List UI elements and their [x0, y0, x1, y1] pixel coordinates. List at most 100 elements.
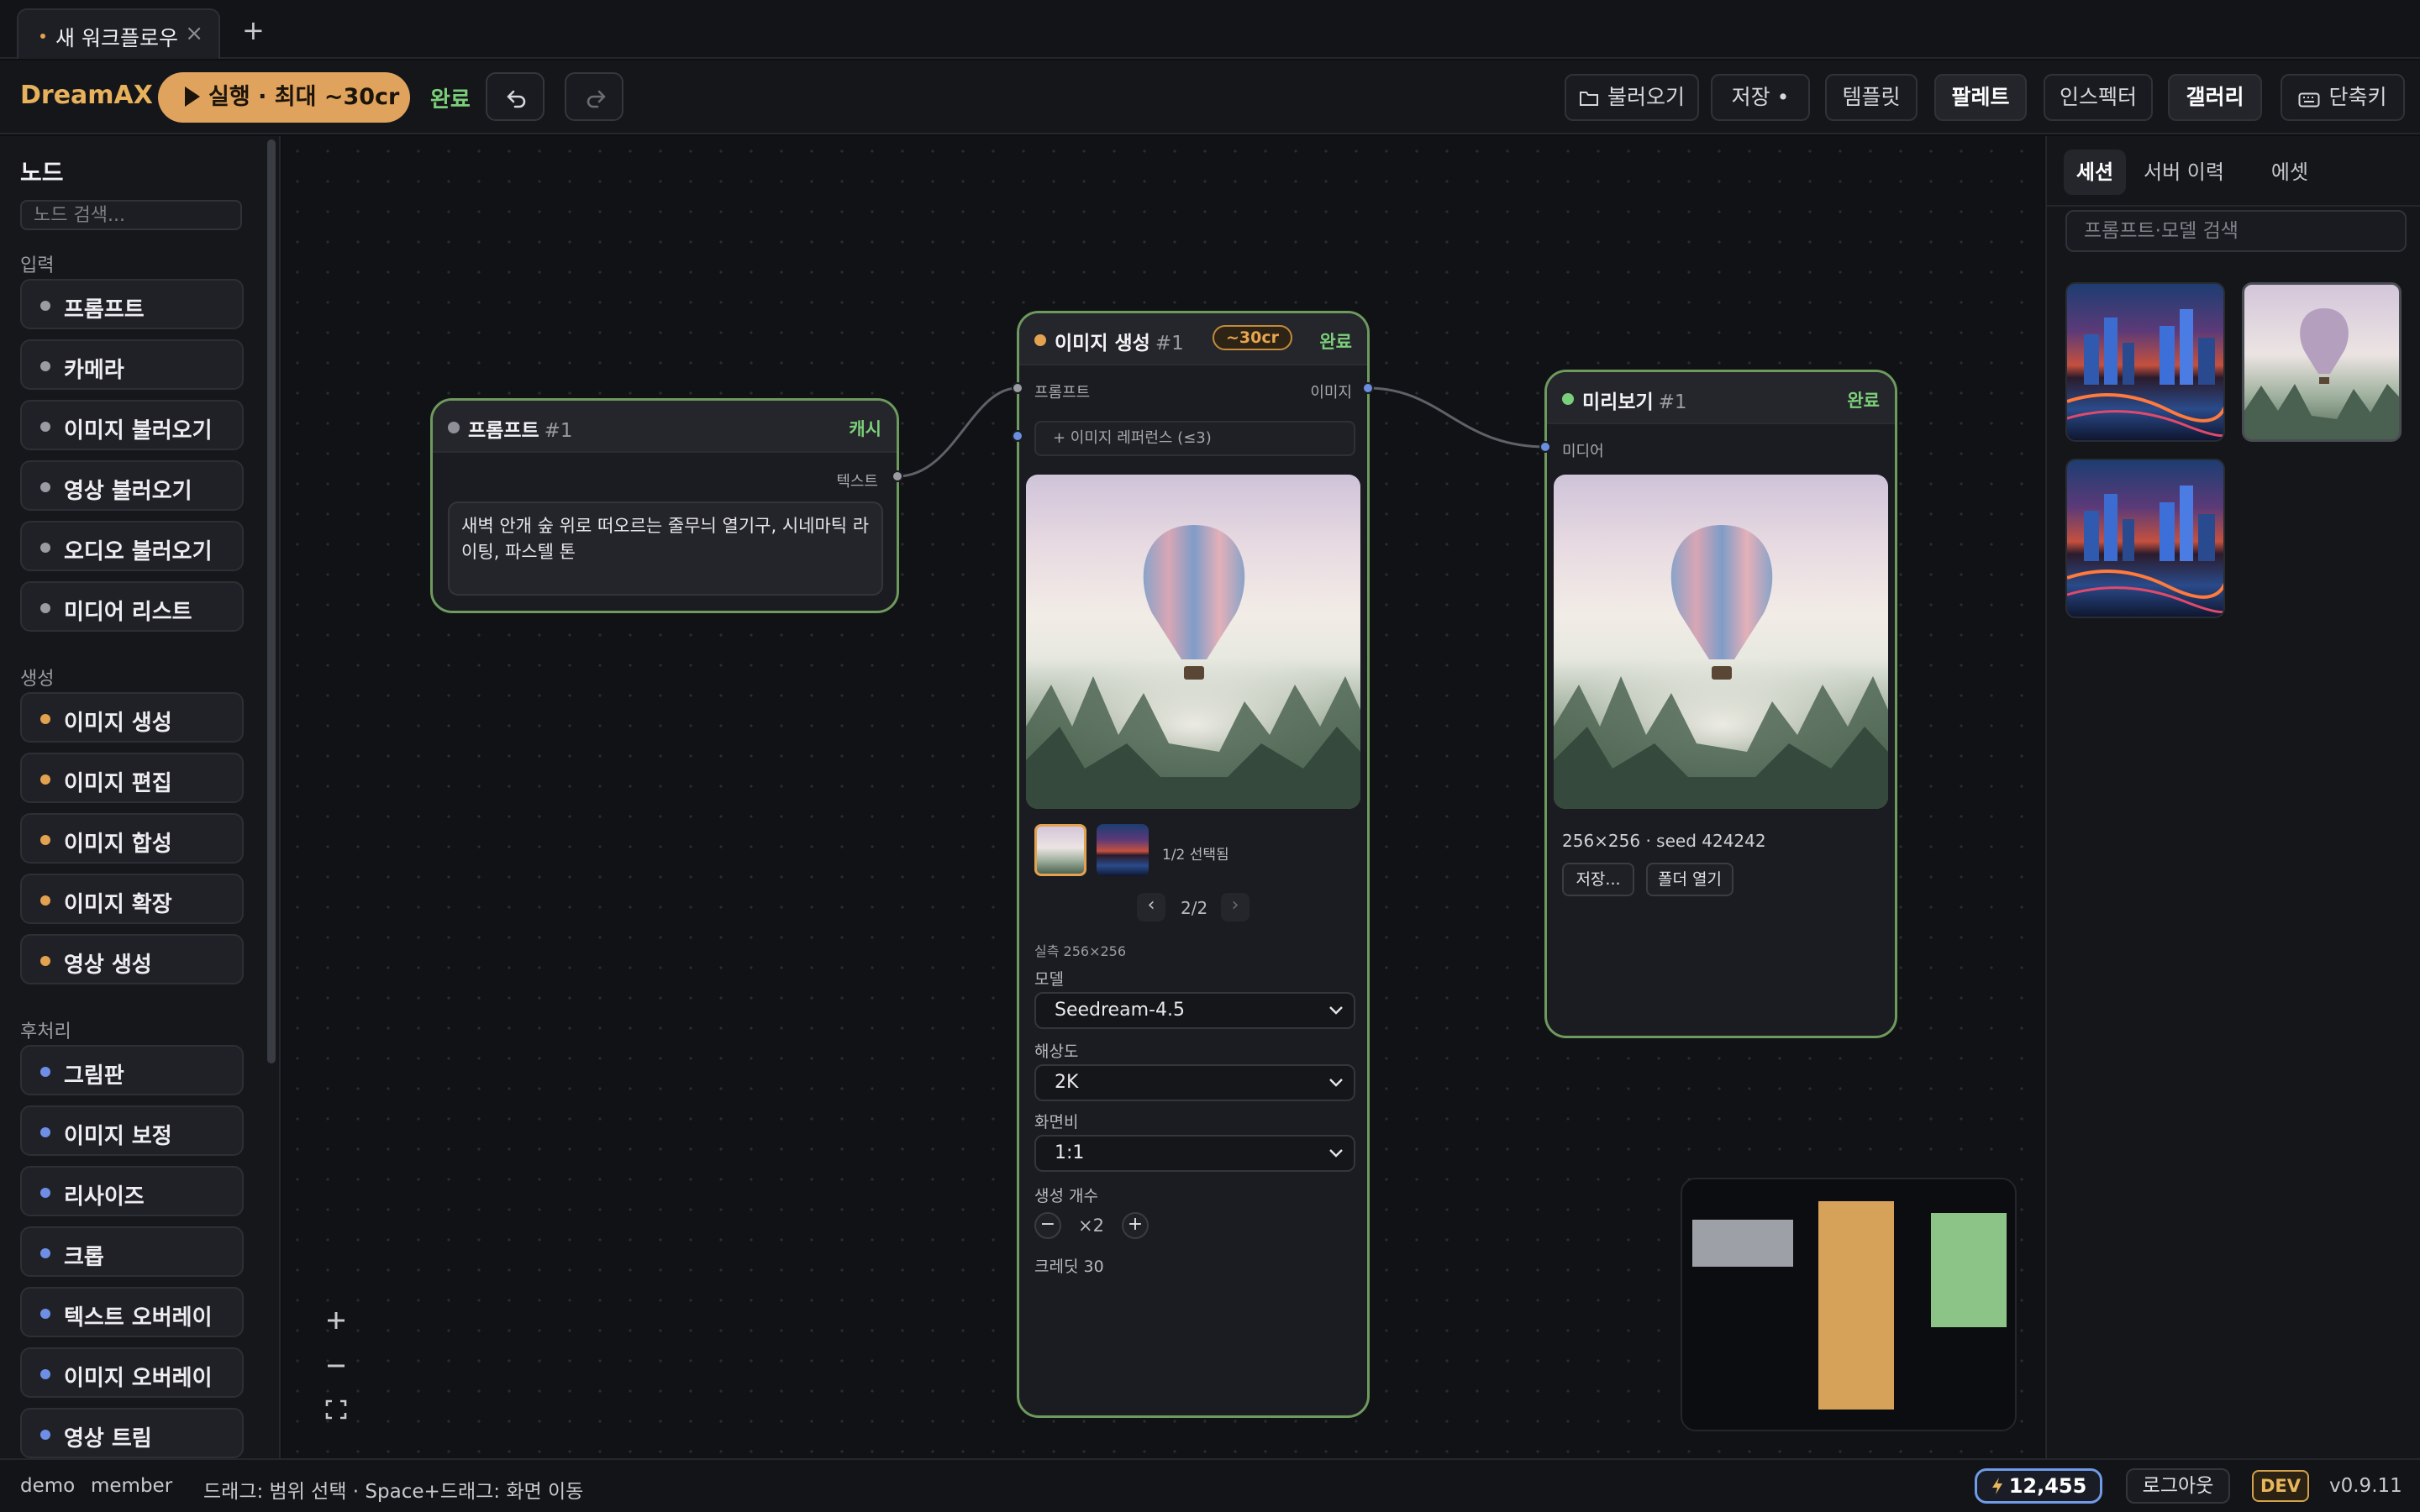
node-status: 캐시 [849, 419, 881, 439]
node-type-dot [40, 714, 50, 724]
sidebar-item[interactable]: 이미지 편집 [20, 753, 244, 803]
resolution-select[interactable]: 2K [1034, 1064, 1355, 1101]
template-button[interactable]: 템플릿 [1825, 74, 1918, 121]
node-title: 프롬프트 #1 [468, 420, 573, 442]
minimap[interactable] [1681, 1178, 2017, 1431]
model-label: 모델 [1034, 970, 1064, 989]
sidebar-item[interactable]: 카메라 [20, 339, 244, 390]
gallery-button[interactable]: 갤러리 [2168, 74, 2262, 121]
sidebar-item[interactable]: 영상 생성 [20, 934, 244, 984]
preview-media-input-port[interactable] [1539, 441, 1551, 453]
sidebar-scrollbar[interactable] [267, 139, 276, 1063]
model-select[interactable]: Seedream-4.5 [1034, 992, 1355, 1029]
zoom-out-button[interactable] [313, 1344, 360, 1388]
credit-balance[interactable]: 12,455 [1975, 1468, 2102, 1504]
sidebar-item[interactable]: 텍스트 오버레이 [20, 1287, 244, 1337]
city-illustration [2067, 309, 2223, 437]
node-header[interactable]: 프롬프트 #1 캐시 [433, 401, 897, 453]
gallery-tab[interactable]: 서버 이력 [2131, 150, 2237, 195]
sidebar-item[interactable]: 리사이즈 [20, 1166, 244, 1216]
zoom-in-button[interactable] [313, 1299, 360, 1342]
shortcuts-button[interactable]: 단축키 [2281, 74, 2405, 121]
sidebar-item[interactable]: 그림판 [20, 1045, 244, 1095]
sidebar-item[interactable]: 이미지 생성 [20, 692, 244, 743]
fit-screen-button[interactable] [313, 1388, 360, 1431]
sidebar-item[interactable]: 이미지 오버레이 [20, 1347, 244, 1398]
cost-badge: ~30cr [1213, 325, 1292, 350]
count-increment-button[interactable]: + [1122, 1212, 1149, 1239]
input-port-label: 미디어 [1562, 443, 1604, 460]
node-search-input[interactable] [20, 200, 242, 230]
gen-prompt-input-port[interactable] [1012, 382, 1023, 394]
node-preview[interactable]: 미리보기 #1 완료 미디어 256×256 · seed 424242 저장..… [1544, 370, 1897, 1038]
preview-image[interactable] [1554, 475, 1888, 809]
toolbar: DreamAX 실행 · 최대 ~30cr 완료 불러오기 저장 • 템플릿 팔… [0, 60, 2420, 134]
gallery-thumb-3[interactable] [2065, 459, 2225, 618]
workflow-canvas[interactable]: 프롬프트 #1 캐시 텍스트 새벽 안개 숲 위로 떠오르는 줄무늬 열기구, 시… [282, 136, 2044, 1458]
tab-workflow[interactable]: 새 워크플로우 × [17, 8, 220, 59]
aspect-select[interactable]: 1:1 [1034, 1135, 1355, 1172]
node-type-dot [40, 1430, 50, 1440]
node-type-dot [40, 1369, 50, 1379]
sidebar-item[interactable]: 이미지 확장 [20, 874, 244, 924]
sidebar-item-label: 이미지 합성 [64, 832, 172, 857]
node-header[interactable]: 미리보기 #1 완료 [1547, 372, 1895, 424]
node-status-dot [448, 422, 460, 433]
count-decrement-button[interactable]: − [1034, 1212, 1061, 1239]
sidebar-item[interactable]: 미디어 리스트 [20, 581, 244, 632]
run-button[interactable]: 실행 · 최대 ~30cr [158, 72, 410, 123]
result-thumb-1[interactable] [1034, 824, 1086, 876]
sidebar-item[interactable]: 영상 불러오기 [20, 460, 244, 511]
logout-button[interactable]: 로그아웃 [2126, 1468, 2230, 1504]
save-button[interactable]: 저장 • [1711, 74, 1810, 121]
sidebar-item-label: 영상 트림 [64, 1426, 152, 1452]
app-version: v0.9.11 [2329, 1475, 2402, 1497]
undo-button[interactable] [486, 72, 544, 121]
node-type-dot [40, 835, 50, 845]
gallery-thumb-2[interactable] [2242, 282, 2402, 442]
open-button[interactable]: 불러오기 [1565, 74, 1699, 121]
prompt-output-port[interactable] [892, 470, 903, 482]
minimap-node-preview [1931, 1213, 2007, 1327]
node-type-dot [40, 1127, 50, 1137]
sidebar-item[interactable]: 프롬프트 [20, 279, 244, 329]
user-role: member [91, 1475, 173, 1497]
image-reference-slot[interactable]: + 이미지 레퍼런스 (≤3) [1034, 421, 1355, 456]
prev-page-button[interactable]: ‹ [1137, 893, 1165, 921]
plus-icon[interactable]: + [242, 17, 265, 44]
play-icon [185, 87, 200, 107]
next-page-button[interactable]: › [1221, 893, 1249, 921]
result-thumb-2[interactable] [1097, 824, 1149, 876]
inspector-button[interactable]: 인스펙터 [2044, 74, 2153, 121]
sidebar-item-label: 그림판 [64, 1063, 124, 1089]
node-header[interactable]: 이미지 생성 #1 ~30cr 완료 [1019, 313, 1367, 365]
node-type-dot [40, 361, 50, 371]
sidebar-item[interactable]: 크롭 [20, 1226, 244, 1277]
tab-strip: 새 워크플로우 × + [0, 0, 2420, 59]
sidebar-item[interactable]: 영상 트림 [20, 1408, 244, 1458]
node-image-generate[interactable]: 이미지 생성 #1 ~30cr 완료 프롬프트 이미지 + 이미지 레퍼런스 (≤… [1017, 311, 1370, 1418]
generated-image[interactable] [1026, 475, 1360, 809]
gallery-search-input[interactable] [2065, 210, 2407, 252]
close-icon[interactable]: × [185, 21, 203, 46]
open-folder-button[interactable]: 폴더 열기 [1646, 863, 1733, 896]
sidebar-item[interactable]: 이미지 보정 [20, 1105, 244, 1156]
sidebar-item[interactable]: 오디오 불러오기 [20, 521, 244, 571]
gen-image-output-port[interactable] [1362, 382, 1374, 394]
node-prompt[interactable]: 프롬프트 #1 캐시 텍스트 새벽 안개 숲 위로 떠오르는 줄무늬 열기구, 시… [430, 398, 899, 613]
sidebar-item-label: 이미지 편집 [64, 771, 172, 796]
gallery-thumb-1[interactable] [2065, 282, 2225, 442]
sidebar-item[interactable]: 이미지 불러오기 [20, 400, 244, 450]
sidebar-item[interactable]: 이미지 합성 [20, 813, 244, 864]
palette-button[interactable]: 팔레트 [1934, 74, 2027, 121]
gallery-tab[interactable]: 세션 [2064, 150, 2126, 195]
status-bar: demo member 드래그: 범위 선택 · Space+드래그: 화면 이… [0, 1458, 2420, 1512]
folder-icon [1579, 92, 1598, 106]
gallery-tab[interactable]: 에셋 [2254, 150, 2326, 195]
sidebar-section-label: 입력 [20, 255, 55, 276]
save-image-button[interactable]: 저장... [1562, 863, 1634, 896]
redo-button[interactable] [565, 72, 623, 121]
gen-reference-input-port[interactable] [1012, 430, 1023, 442]
prompt-textarea[interactable]: 새벽 안개 숲 위로 떠오르는 줄무늬 열기구, 시네마틱 라이팅, 파스텔 톤 [448, 501, 883, 596]
sidebar-item-label: 프롬프트 [64, 297, 145, 323]
